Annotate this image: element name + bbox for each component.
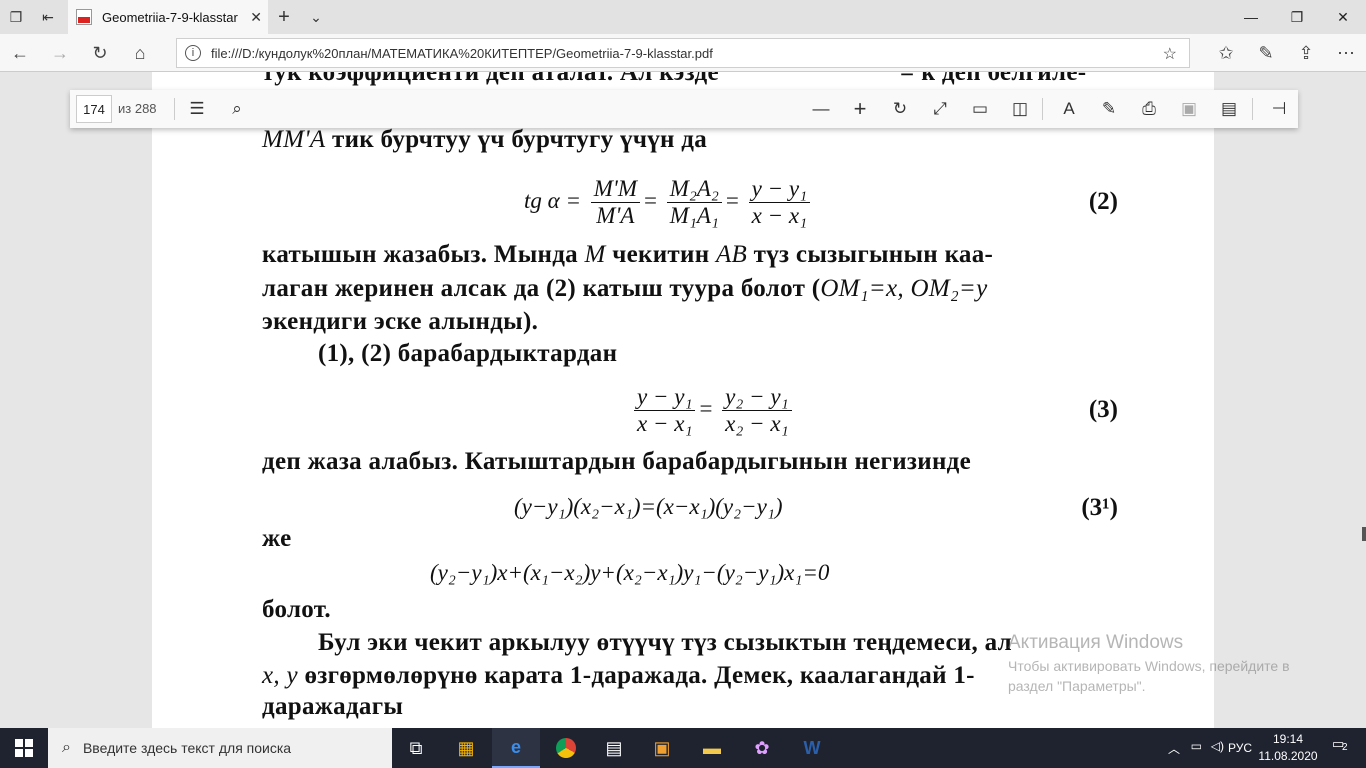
favorites-icon[interactable]: ✩ — [1206, 34, 1246, 72]
fit-page-icon[interactable]: ⤢ — [925, 95, 955, 123]
text-line: Бул эки чекит аркылуу өтүүчү түз сызыкты… — [318, 629, 1013, 656]
calculator-icon[interactable]: ▤ — [590, 728, 638, 768]
activation-watermark-title: Активация Windows — [1008, 632, 1184, 653]
notes-icon[interactable]: ✎ — [1246, 34, 1286, 72]
start-button[interactable] — [0, 728, 48, 768]
read-aloud-icon[interactable]: A — [1054, 95, 1084, 123]
pin-toolbar-icon[interactable]: ⊣ — [1264, 95, 1294, 123]
zoom-out-icon[interactable]: — — [806, 95, 836, 123]
home-icon[interactable]: ⌂ — [120, 34, 160, 72]
tab-pdf[interactable]: Geometriia-7-9-klasstar ✕ — [68, 0, 268, 34]
equation-2: tg α = M'M M'A = M₂A₂ M₁A₁ = y − y₁ x − x₁ (2… — [524, 176, 1118, 228]
equation-3-1: (y−y₁)(x₂−x₁)=(x−x₁)(y₂−y₁) (3¹) — [514, 494, 1118, 521]
equation-3: y − y₁ x − x₁ = y₂ − y₁ x₂ − x₁ (3) — [630, 384, 1118, 440]
search-icon: ⌕ — [62, 739, 71, 756]
activation-watermark-text: Чтобы активировать Windows, перейдите в … — [1008, 658, 1290, 694]
favorite-star-icon[interactable]: ☆ — [1163, 44, 1177, 64]
search-icon[interactable]: ⌕ — [222, 95, 252, 123]
text-line: деп жаза алабыз. Катыштардын барабардыгы… — [262, 448, 972, 475]
contents-icon[interactable]: ☰ — [182, 95, 212, 123]
close-window-button[interactable]: ✕ — [1320, 0, 1366, 34]
tab-title: Geometriia-7-9-klasstar — [102, 9, 238, 25]
text-line: болот. — [262, 596, 331, 623]
search-placeholder: Введите здесь текст для поиска — [82, 740, 292, 756]
pdf-viewer[interactable]: тук коэффициенти деп аталат. Ал кэзде = … — [0, 72, 1366, 728]
store-icon[interactable]: ▦ — [442, 728, 490, 768]
forward-icon[interactable]: → — [40, 34, 80, 72]
back-icon[interactable]: ← — [0, 34, 40, 72]
browser-chrome: ❐ ⇤ Geometriia-7-9-klasstar ✕ + ⌄ — ❐ ✕ … — [0, 0, 1366, 72]
word-icon[interactable]: W — [788, 728, 836, 768]
address-bar: ← → ↻ ⌂ i file:///D:/кундолук%20план/МАТ… — [0, 34, 1366, 72]
tab-close-icon[interactable]: ✕ — [250, 9, 262, 26]
divider — [1042, 98, 1043, 120]
divider — [1252, 98, 1253, 120]
edge-icon[interactable]: e — [492, 728, 540, 768]
equation-number: (2) — [1088, 188, 1118, 215]
more-icon[interactable]: ⋯ — [1326, 34, 1366, 72]
scrollbar[interactable] — [1362, 527, 1366, 541]
tray-chevron-icon[interactable]: ︿ — [1168, 740, 1180, 757]
text-line: катышын жазабыз. Мында M чекитин AB түз … — [262, 241, 994, 268]
notifications-icon[interactable]: ▭ 2 — [1332, 736, 1354, 758]
divider — [174, 98, 175, 120]
text-line: лаган жеринен алсак да (2) катыш туура б… — [262, 275, 988, 302]
clock-time[interactable]: 19:14 — [1258, 732, 1318, 746]
text-line: x, y өзгөрмөлөрүнө карата 1-даражада. Де… — [262, 662, 975, 689]
refresh-icon[interactable]: ↻ — [80, 34, 120, 72]
page-view-icon[interactable]: ▭ — [965, 95, 995, 123]
text-line: (1), (2) барабардыктардан — [318, 340, 618, 367]
new-tab-button[interactable]: + — [268, 0, 300, 34]
paint-icon[interactable]: ✿ — [738, 728, 786, 768]
language-indicator[interactable]: РУС — [1228, 741, 1252, 755]
equation-general: (y₂−y₁)x+(x₁−x₂)y+(x₂−x₁)y₁−(y₂−y₁)x₁=0 — [430, 560, 830, 585]
text-line: экендиги эске алынды). — [262, 308, 539, 335]
minimize-button[interactable]: — — [1228, 0, 1274, 34]
url-text: file:///D:/кундолук%20план/МАТЕМАТИКА%20… — [211, 45, 713, 61]
equation-number: (3) — [1088, 396, 1118, 423]
task-view-icon[interactable]: ⧉ — [392, 728, 440, 768]
network-icon[interactable]: ▭ — [1191, 739, 1202, 753]
print-icon[interactable]: ⎙ — [1134, 95, 1164, 123]
volume-icon[interactable]: ◁) — [1211, 739, 1224, 753]
chrome-icon[interactable] — [542, 728, 590, 768]
pdf-file-icon — [76, 9, 92, 25]
clock-date[interactable]: 11.08.2020 — [1254, 749, 1322, 763]
set-tabs-aside-icon[interactable]: ⇤ — [32, 0, 64, 34]
equation-number: (3¹) — [1081, 494, 1118, 521]
two-page-icon[interactable]: ◫ — [1005, 95, 1035, 123]
url-field[interactable]: i file:///D:/кундолук%20план/МАТЕМАТИКА%… — [176, 38, 1190, 68]
taskbar-search[interactable]: ⌕ Введите здесь текст для поиска — [48, 728, 392, 768]
draw-icon[interactable]: ✎ — [1094, 95, 1124, 123]
tab-menu-button[interactable]: ⌄ — [300, 0, 332, 34]
share-icon[interactable]: ⇪ — [1286, 34, 1326, 72]
text-line: тук коэффициенти деп аталат. Ал кэзде — [262, 72, 719, 86]
rotate-icon[interactable]: ↻ — [885, 95, 915, 123]
page-total: из 288 — [118, 101, 157, 116]
file-explorer-icon[interactable]: ▬ — [688, 728, 736, 768]
pdf-toolbar: 174 из 288 ☰ ⌕ — + ↻ ⤢ ▭ ◫ A ✎ ⎙ ▣ ▤ ⊣ — [70, 90, 1298, 128]
save-icon[interactable]: ▣ — [1174, 95, 1204, 123]
save-as-icon[interactable]: ▤ — [1214, 95, 1244, 123]
info-icon[interactable]: i — [185, 45, 201, 61]
windows-logo-icon — [15, 739, 33, 757]
tab-bar: ❐ ⇤ Geometriia-7-9-klasstar ✕ + ⌄ — ❐ ✕ — [0, 0, 1366, 34]
pdf-reader-icon[interactable]: ▣ — [638, 728, 686, 768]
window-controls: — ❐ ✕ — [1228, 0, 1366, 34]
zoom-in-icon[interactable]: + — [845, 95, 875, 123]
tab-manager-icon[interactable]: ❐ — [0, 0, 32, 34]
text-line: = k деп белгиле- — [900, 72, 1087, 86]
text-line: же — [262, 525, 292, 552]
page-number-input[interactable]: 174 — [76, 95, 112, 123]
text-line: MM'A тик бурчтуу үч бурчтугу үчүн да — [262, 126, 708, 153]
maximize-button[interactable]: ❐ — [1274, 0, 1320, 34]
text-line: даражадагы — [262, 693, 404, 720]
taskbar: ⌕ Введите здесь текст для поиска ⧉ ▦ e ▤… — [0, 728, 1366, 768]
